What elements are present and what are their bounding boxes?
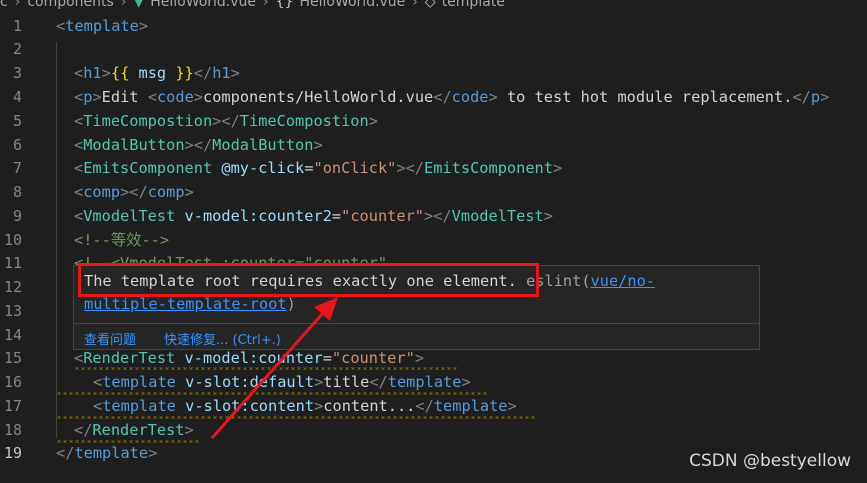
watermark: CSDN @bestyellow	[689, 451, 851, 471]
annotation-arrow	[210, 297, 338, 439]
